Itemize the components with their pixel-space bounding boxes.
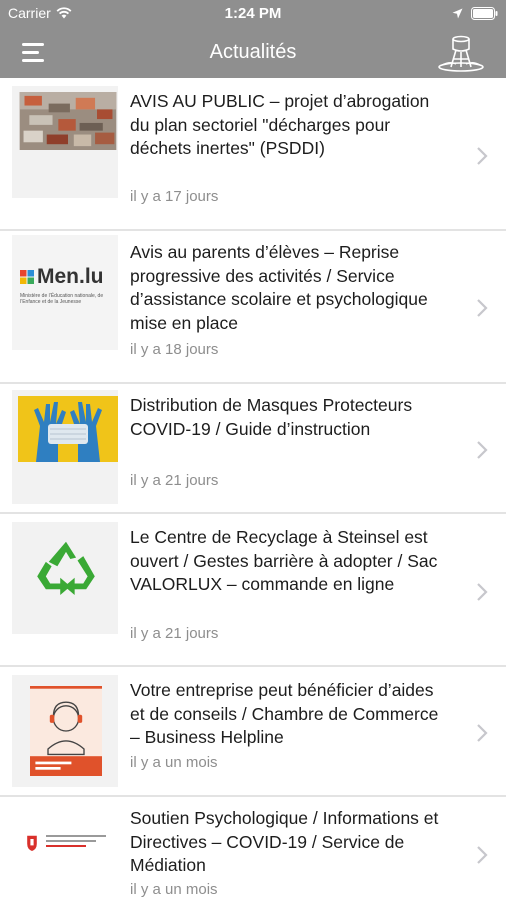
thumbnail-government-logo: [12, 805, 118, 900]
page-title: Actualités: [209, 40, 297, 63]
chevron-right-icon: [477, 583, 488, 601]
thumbnail-men-logo: Men.lu Ministère de l’Éducation national…: [12, 235, 118, 350]
rubble-image: [19, 92, 117, 150]
menu-button[interactable]: [22, 39, 52, 65]
article-date: il y a 18 jours: [130, 341, 219, 358]
article-title: Le Centre de Recyclage à Steinsel est ou…: [130, 527, 438, 594]
masks-image: [18, 396, 118, 462]
lion-crest-icon: [27, 835, 37, 851]
article-title: Votre entreprise peut bénéficier d’aides…: [130, 680, 439, 747]
article-title: Distribution de Masques Protecteurs COVI…: [130, 395, 413, 439]
article-title: Soutien Psychologique / Informations et …: [130, 808, 439, 875]
wifi-icon: [56, 7, 72, 19]
thumbnail-rubble-image: [12, 86, 118, 198]
chevron-right-icon: [477, 441, 488, 459]
article-date: il y a 21 jours: [130, 472, 219, 489]
water-tower-logo-icon[interactable]: [436, 34, 486, 72]
chevron-right-icon: [477, 147, 488, 165]
carrier-label: Carrier: [8, 5, 51, 21]
battery-icon: [471, 6, 498, 20]
article-title: Avis au parents d’élèves – Reprise progr…: [130, 242, 428, 333]
chevron-right-icon: [477, 724, 488, 742]
list-item[interactable]: Soutien Psychologique / Informations et …: [0, 797, 506, 900]
article-date: il y a un mois: [130, 754, 218, 771]
recycling-icon: [37, 541, 95, 596]
thumbnail-helpline-poster: [12, 675, 118, 787]
list-item[interactable]: Votre entreprise peut bénéficier d’aides…: [0, 667, 506, 797]
thumbnail-recycling-image: [12, 522, 118, 634]
status-bar: Carrier 1:24 PM: [0, 0, 506, 26]
location-arrow-icon: [452, 8, 463, 18]
thumbnail-masks-image: [12, 390, 118, 504]
list-item[interactable]: Men.lu Ministère de l’Éducation national…: [0, 231, 506, 384]
hamburger-icon: [22, 42, 44, 46]
chevron-right-icon: [477, 846, 488, 864]
list-item[interactable]: AVIS AU PUBLIC – projet d’abrogation du …: [0, 78, 506, 231]
status-right: [452, 6, 498, 20]
article-title: AVIS AU PUBLIC – projet d’abrogation du …: [130, 91, 430, 158]
men-logo-text: Men.lu: [37, 265, 104, 288]
list-item[interactable]: Le Centre de Recyclage à Steinsel est ou…: [0, 514, 506, 667]
article-date: il y a un mois: [130, 881, 218, 898]
men-logo-squares-icon: [20, 270, 34, 284]
status-time: 1:24 PM: [224, 4, 282, 22]
men-logo: Men.lu Ministère de l’Éducation national…: [20, 265, 114, 305]
government-logo-lines: [46, 835, 106, 847]
men-logo-subtitle: Ministère de l’Éducation nationale, de l…: [20, 293, 104, 305]
helpline-poster-image: [30, 686, 102, 776]
status-left: Carrier: [8, 5, 72, 21]
nav-bar: Actualités: [0, 26, 506, 78]
article-date: il y a 21 jours: [130, 625, 219, 642]
chevron-right-icon: [477, 299, 488, 317]
article-date: il y a 17 jours: [130, 188, 219, 205]
list-item[interactable]: Distribution de Masques Protecteurs COVI…: [0, 384, 506, 514]
